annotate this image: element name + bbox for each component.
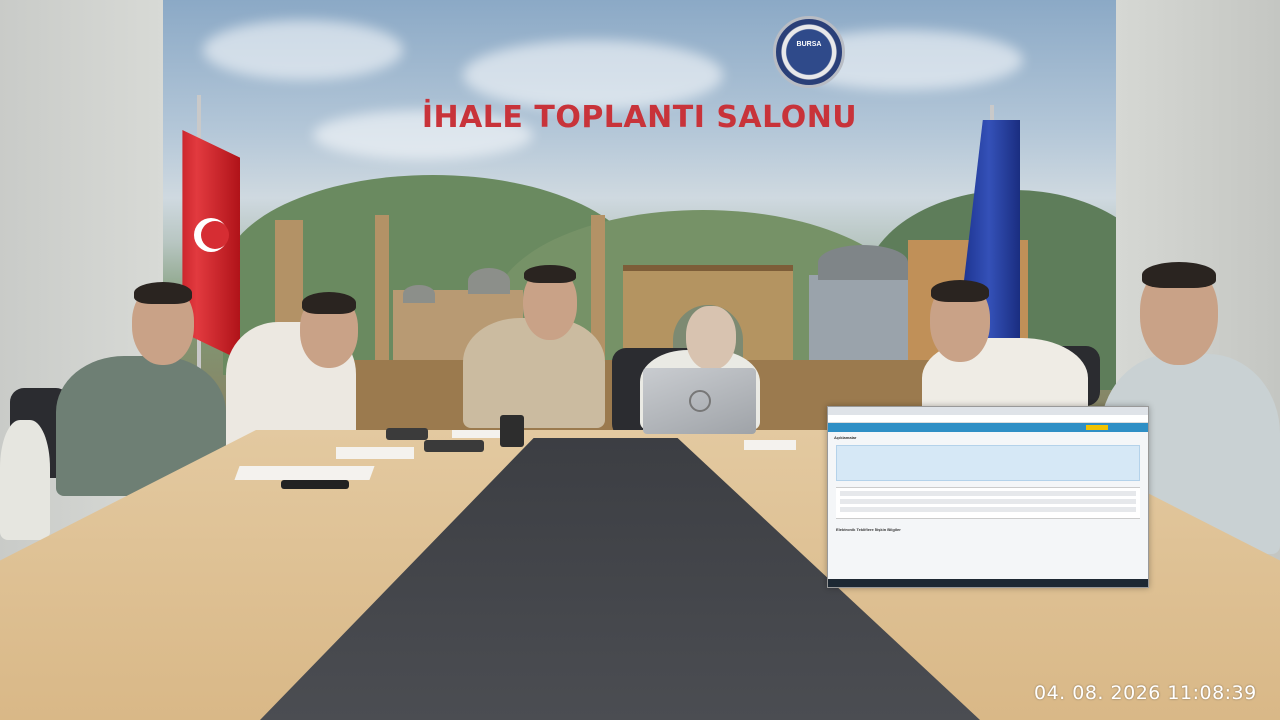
phone [386,428,428,440]
screen-subheading: Elektronik Tekliflere İlişkin Bilgiler [836,527,901,532]
info-box [836,445,1140,481]
document [336,447,414,459]
site-navbar [828,423,1148,432]
tender-table [836,487,1140,519]
laptop-logo-icon [689,390,711,412]
calculator [424,440,484,452]
laptop [643,368,756,434]
screen-share-window: Açıklamalar Elektronik Tekliflere İlişki… [827,406,1149,588]
cup [500,415,524,447]
screen-heading: Açıklamalar [834,435,857,440]
meeting-room-scene: BURSA İHALE TOPLANTI SALONU Açıklamalar … [0,0,1280,720]
logo-text: BURSA [796,41,822,48]
document [744,440,796,450]
document [452,430,504,438]
phone [281,480,349,489]
browser-tabs [828,407,1148,415]
taskbar [828,579,1148,587]
municipality-logo: BURSA [773,16,845,88]
room-title: İHALE TOPLANTI SALONU [421,100,858,135]
browser-address-bar [828,415,1148,423]
video-timestamp: 04. 08. 2026 11:08:39 [1034,682,1257,704]
document [234,466,375,480]
